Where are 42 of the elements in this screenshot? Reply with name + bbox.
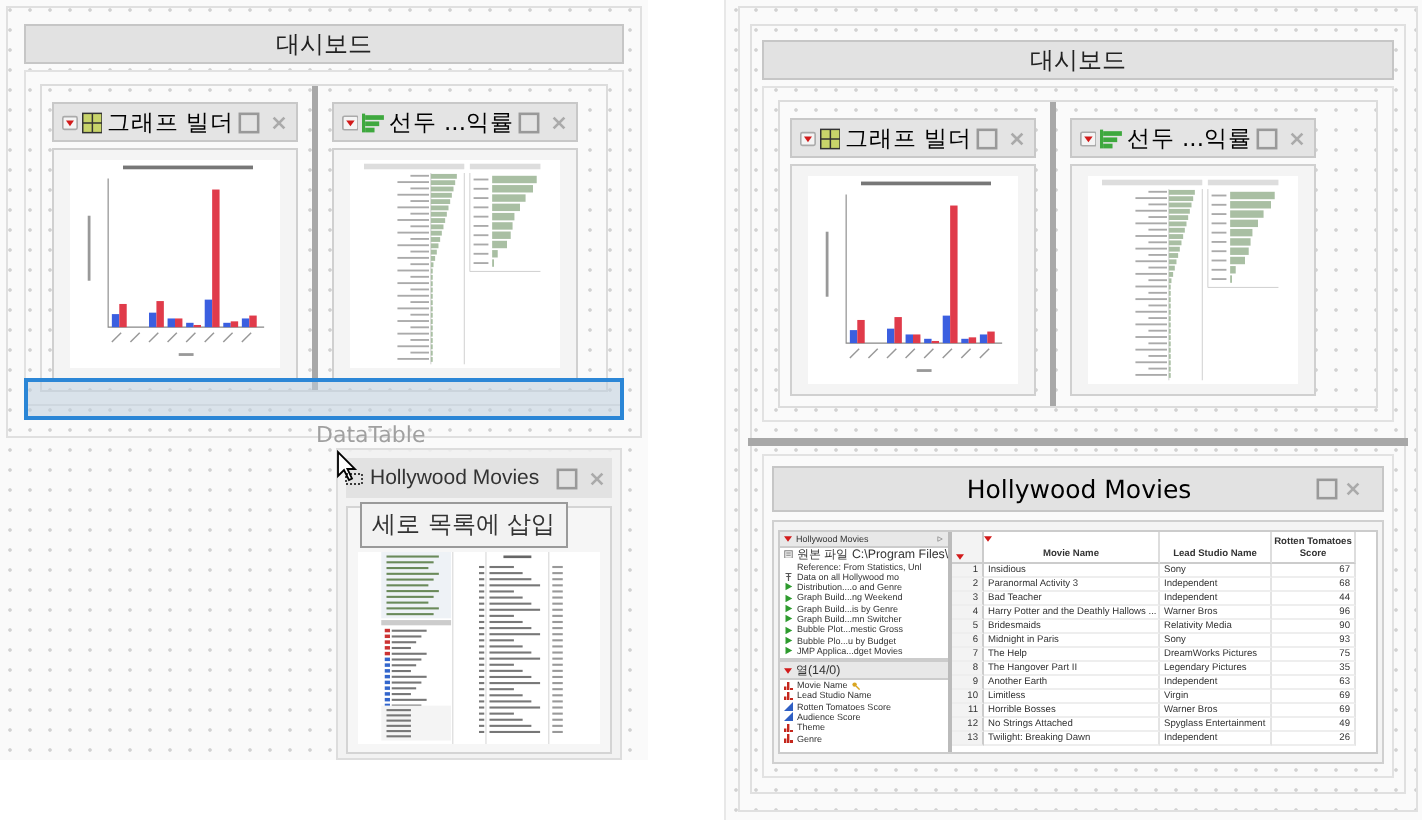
bar-list-icon <box>362 109 385 135</box>
dragged-window[interactable]: Hollywood Movies 세로 목록에 삽입 <box>336 448 622 760</box>
bar-list-icon <box>1100 125 1123 151</box>
close-icon[interactable] <box>1008 129 1026 147</box>
panel-header[interactable]: 선두 ...익률 <box>1070 118 1316 158</box>
maximize-icon[interactable] <box>976 127 998 149</box>
maximize-icon[interactable] <box>556 467 578 489</box>
maximize-icon[interactable] <box>1256 127 1278 149</box>
panel-header[interactable]: 선두 ...익률 <box>332 102 578 142</box>
dropdown-icon[interactable] <box>62 113 78 131</box>
graph-grid-icon <box>819 125 841 151</box>
close-icon[interactable] <box>1288 129 1306 147</box>
dropdown-icon[interactable] <box>1080 129 1097 147</box>
panel-title: 그래프 빌더 <box>844 123 972 153</box>
pin-icon <box>784 572 793 582</box>
close-icon[interactable] <box>588 469 606 487</box>
dashboard-header: 대시보드 <box>24 24 624 64</box>
dropdown-icon[interactable] <box>956 554 964 560</box>
panel-header[interactable]: 그래프 빌더 <box>52 102 298 142</box>
panel-title: 그래프 빌더 <box>106 107 234 137</box>
dropdown-icon[interactable] <box>984 536 992 542</box>
dropdown-icon[interactable] <box>800 129 816 147</box>
close-icon[interactable] <box>270 113 288 131</box>
maximize-icon[interactable] <box>518 111 540 133</box>
panel-title: 선두 ...익률 <box>1126 123 1252 153</box>
dropdown-icon[interactable] <box>342 113 359 131</box>
graph-grid-icon <box>81 109 103 135</box>
dashboard-header: 대시보드 <box>762 40 1394 80</box>
panel-header[interactable]: 그래프 빌더 <box>790 118 1036 158</box>
move-cursor-icon <box>336 450 364 486</box>
panel-title: 선두 ...익률 <box>388 107 514 137</box>
window-header[interactable]: Hollywood Movies <box>346 458 612 498</box>
dropdown-icon[interactable] <box>784 667 792 674</box>
maximize-icon[interactable] <box>1316 478 1338 500</box>
dropdown-icon[interactable] <box>784 535 792 542</box>
window-title: Hollywood Movies <box>370 466 542 490</box>
section-title: Hollywood Movies <box>964 474 1194 504</box>
maximize-icon[interactable] <box>238 111 260 133</box>
close-icon[interactable] <box>550 113 568 131</box>
tooltip: 세로 목록에 삽입 <box>360 502 568 548</box>
close-icon[interactable] <box>1344 480 1362 498</box>
drag-label: DataTable <box>316 422 426 448</box>
